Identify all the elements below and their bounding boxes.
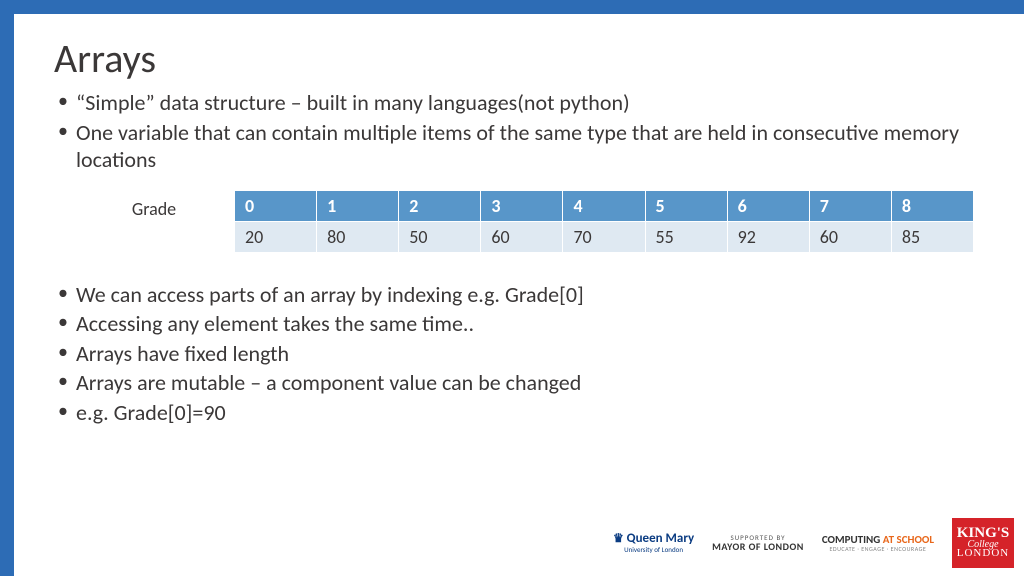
list-item: “Simple” data structure – built in many … [54,89,974,117]
list-item: e.g. Grade[0]=90 [54,399,974,427]
slide-title: Arrays [54,34,974,83]
index-cell: 7 [809,190,891,221]
value-cell: 70 [563,221,645,252]
value-cell: 20 [235,221,317,252]
list-item: One variable that can contain multiple i… [54,119,974,174]
mayor-of-london-logo: SUPPORTED BY MAYOR OF LONDON [712,534,804,553]
kings-college-logo: KING'S College LONDON [952,518,1014,568]
qm-sub: University of London [624,546,683,554]
crown-icon: ♛ [613,532,624,546]
table-row: 0 1 2 3 4 5 6 7 8 [235,190,974,221]
cas-a: COMPUTING [822,533,883,546]
table-label: Grade [74,190,234,220]
value-cell: 50 [399,221,481,252]
index-cell: 1 [317,190,399,221]
array-table: 0 1 2 3 4 5 6 7 8 20 80 50 60 70 55 92 6… [234,190,974,253]
index-cell: 6 [727,190,809,221]
list-item: We can access parts of an array by index… [54,281,974,309]
list-item: Arrays are mutable – a component value c… [54,369,974,397]
mayor-main: MAYOR OF LONDON [712,541,804,552]
table-row: 20 80 50 60 70 55 92 60 85 [235,221,974,252]
value-cell: 85 [891,221,973,252]
list-item: Arrays have fixed length [54,340,974,368]
index-cell: 5 [645,190,727,221]
cas-sub: EDUCATE · ENGAGE · ENCOURAGE [829,546,926,553]
computing-at-school-logo: COMPUTING AT SCHOOL EDUCATE · ENGAGE · E… [822,534,934,553]
kings-a: KING'S [957,527,1010,541]
value-cell: 60 [809,221,891,252]
queen-mary-logo: ♛ Queen Mary University of London [613,532,694,554]
list-item: Accessing any element takes the same tim… [54,310,974,338]
value-cell: 60 [481,221,563,252]
index-cell: 3 [481,190,563,221]
index-cell: 4 [563,190,645,221]
value-cell: 92 [727,221,809,252]
value-cell: 55 [645,221,727,252]
cas-b: AT SCHOOL [883,533,934,546]
bullet-list-bottom: We can access parts of an array by index… [54,281,974,427]
array-diagram: Grade 0 1 2 3 4 5 6 7 8 20 80 50 60 70 5… [54,190,974,253]
value-cell: 80 [317,221,399,252]
kings-c: LONDON [957,549,1009,559]
qm-name: Queen Mary [627,531,695,546]
index-cell: 2 [399,190,481,221]
index-cell: 0 [235,190,317,221]
bullet-list-top: “Simple” data structure – built in many … [54,89,974,174]
index-cell: 8 [891,190,973,221]
logo-bar: ♛ Queen Mary University of London SUPPOR… [613,518,1014,568]
